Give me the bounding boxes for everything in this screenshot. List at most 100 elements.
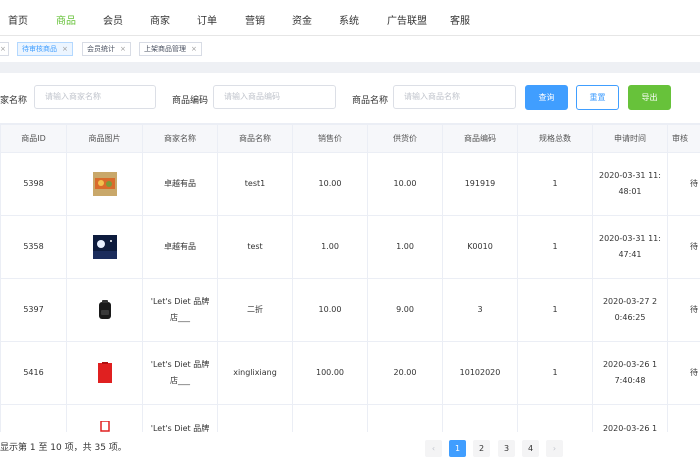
col-header-apply-time[interactable]: 申请时间 (592, 124, 668, 153)
col-header-name[interactable]: 商品名称 (217, 124, 293, 153)
cell-code: 10102020 (442, 341, 518, 405)
nav-marketing[interactable]: 营销 (245, 12, 265, 27)
products-table: 商品ID 商品图片 商家名称 商品名称 销售价 供货价 商品编码 规格总数 申请… (0, 124, 700, 468)
cell-name: xinglixiang (217, 341, 293, 405)
col-header-image[interactable]: 商品图片 (66, 124, 143, 153)
cell-image (66, 215, 143, 279)
pagination-footer: 显示第 1 至 10 项，共 35 项。 ‹ 1 2 3 4 › (0, 432, 700, 470)
product-code-input[interactable]: 请输入商品编码 (213, 85, 336, 109)
cell-name: test (217, 215, 293, 279)
prev-page-button[interactable]: ‹ (425, 440, 442, 457)
close-icon[interactable]: × (191, 45, 197, 53)
table-row[interactable]: 5358 卓越有品 test 1.00 1.00 K0010 1 2020-03… (0, 215, 700, 279)
cell-apply-time: 2020-03-27 2 0:46:25 (592, 278, 668, 342)
page-button-1[interactable]: 1 (449, 440, 466, 457)
backpack-image[interactable] (92, 298, 117, 322)
time-line: 0:46:25 (614, 313, 646, 322)
cell-id: 5358 (0, 215, 67, 279)
cell-apply-time: 2020-03-31 11: 48:01 (592, 152, 668, 216)
cell-merchant: 'Let's Diet 品牌 店___ (142, 341, 218, 405)
cell-price: 1.00 (292, 215, 368, 279)
cell-name: 二折 (217, 278, 293, 342)
cell-supply-price: 1.00 (367, 215, 443, 279)
table-row[interactable]: 5398 卓越有品 test1 10.00 10.00 191919 1 202… (0, 152, 700, 216)
red-box-image[interactable] (92, 361, 117, 385)
page-button-2[interactable]: 2 (473, 440, 490, 457)
filter-bar: 家名称 请输入商家名称 商品编码 请输入商品编码 商品名称 请输入商品名称 查询… (0, 73, 700, 123)
export-button[interactable]: 导出 (628, 85, 671, 110)
col-header-specs[interactable]: 规格总数 (517, 124, 593, 153)
cell-apply-time: 2020-03-26 1 7:40:48 (592, 341, 668, 405)
page-button-4[interactable]: 4 (522, 440, 539, 457)
pagination-summary: 显示第 1 至 10 项，共 35 项。 (0, 443, 127, 453)
reset-button[interactable]: 重置 (576, 85, 619, 110)
night-scene-image[interactable] (92, 235, 117, 259)
nav-system[interactable]: 系统 (339, 12, 359, 27)
cell-merchant: 卓越有品 (142, 215, 218, 279)
nav-customer-service[interactable]: 客服 (450, 12, 470, 27)
merchant-line: 店___ (170, 376, 190, 385)
cell-status: 待 (667, 152, 700, 216)
col-header-code[interactable]: 商品编码 (442, 124, 518, 153)
page-button-3[interactable]: 3 (498, 440, 515, 457)
divider-strip (0, 62, 700, 73)
merchant-name-label: 家名称 (0, 96, 28, 106)
food-image[interactable] (92, 172, 117, 196)
time-line: 48:01 (618, 187, 642, 196)
col-header-merchant[interactable]: 商家名称 (142, 124, 218, 153)
close-icon[interactable]: × (0, 45, 6, 53)
cell-status: 待 (667, 278, 700, 342)
close-icon[interactable]: × (120, 45, 126, 53)
tag-label: 待审核商品 (22, 45, 57, 53)
col-header-supply-price[interactable]: 供货价 (367, 124, 443, 153)
tag-close-partial[interactable]: × (0, 42, 9, 56)
cell-id: 5398 (0, 152, 67, 216)
tag-member-stats[interactable]: 会员统计 × (82, 42, 131, 56)
time-line: 2020-03-31 11: (599, 171, 661, 180)
table-row[interactable]: 5397 'Let's Diet 品牌 店___ 二折 10.00 9.00 3 … (0, 278, 700, 342)
nav-funds[interactable]: 资金 (292, 12, 312, 27)
cell-image (66, 341, 143, 405)
cell-price: 10.00 (292, 152, 368, 216)
tag-label: 上架商品管理 (144, 45, 186, 53)
time-line: 47:41 (618, 250, 642, 259)
cell-merchant: 'Let's Diet 品牌 店___ (142, 278, 218, 342)
tag-listed-products[interactable]: 上架商品管理 × (139, 42, 202, 56)
merchant-line: 'Let's Diet 品牌 (150, 360, 210, 369)
col-header-id[interactable]: 商品ID (0, 124, 67, 153)
col-header-status[interactable]: 审核 (667, 124, 700, 153)
product-name-input[interactable]: 请输入商品名称 (393, 85, 516, 109)
nav-merchants[interactable]: 商家 (150, 12, 170, 27)
cell-supply-price: 10.00 (367, 152, 443, 216)
product-name-label: 商品名称 (352, 96, 389, 106)
time-line: 2020-03-31 11: (599, 234, 661, 243)
nav-members[interactable]: 会员 (103, 12, 123, 27)
cell-image (66, 278, 143, 342)
merchant-line: 'Let's Diet 品牌 (150, 297, 210, 306)
nav-ad-alliance[interactable]: 广告联盟 (387, 12, 427, 27)
nav-orders[interactable]: 订单 (197, 12, 217, 27)
table-row[interactable]: 5416 'Let's Diet 品牌 店___ xinglixiang 100.… (0, 341, 700, 405)
nav-products[interactable]: 商品 (56, 12, 76, 27)
product-code-label: 商品编码 (172, 96, 209, 106)
col-header-price[interactable]: 销售价 (292, 124, 368, 153)
cell-code: K0010 (442, 215, 518, 279)
merchant-name-input[interactable]: 请输入商家名称 (34, 85, 156, 109)
time-line: 2020-03-26 1 (602, 360, 658, 369)
cell-image (66, 152, 143, 216)
tags-view-bar: × 待审核商品 × 会员统计 × 上架商品管理 × (0, 36, 700, 62)
query-button[interactable]: 查询 (525, 85, 568, 110)
cell-apply-time: 2020-03-31 11: 47:41 (592, 215, 668, 279)
cell-status: 待 (667, 341, 700, 405)
cell-code: 3 (442, 278, 518, 342)
next-page-button[interactable]: › (546, 440, 563, 457)
close-icon[interactable]: × (62, 45, 68, 53)
tag-pending-products[interactable]: 待审核商品 × (17, 42, 73, 56)
cell-id: 5416 (0, 341, 67, 405)
cell-specs: 1 (517, 215, 593, 279)
nav-home[interactable]: 首页 (8, 12, 28, 27)
cell-name: test1 (217, 152, 293, 216)
cell-code: 191919 (442, 152, 518, 216)
cell-status: 待 (667, 215, 700, 279)
cell-supply-price: 20.00 (367, 341, 443, 405)
